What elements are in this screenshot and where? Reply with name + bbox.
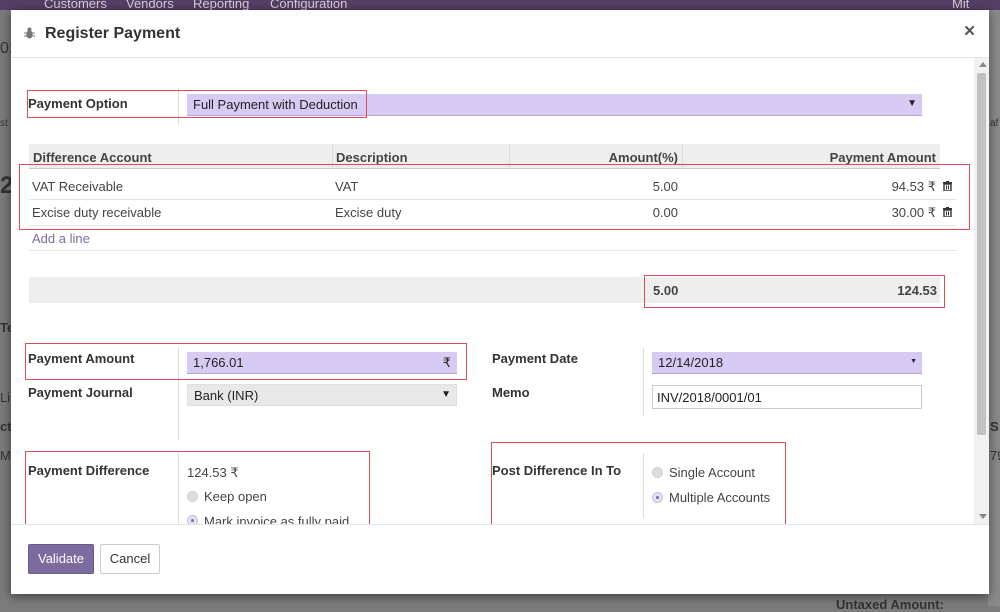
menu-customers[interactable]: Customers <box>44 0 107 10</box>
memo-label: Memo <box>492 385 530 400</box>
memo-value: INV/2018/0001/01 <box>657 390 762 405</box>
rupee-symbol: ₹ <box>442 355 451 370</box>
dialog-body: Payment Option Full Payment with Deducti… <box>11 58 989 524</box>
backdrop-fragment: Mit <box>952 0 970 10</box>
payment-amount-input[interactable]: 1,766.01 ₹ <box>187 352 457 374</box>
caret-down-icon: ▼ <box>907 98 917 109</box>
register-payment-dialog: Register Payment × Payment Option Full P… <box>11 10 989 594</box>
deductions-table-footer: 5.00 124.53 <box>29 277 940 303</box>
column-header-difference-account[interactable]: Difference Account <box>33 150 152 165</box>
menu-reporting[interactable]: Reporting <box>193 0 249 10</box>
dialog-scrollbar[interactable] <box>974 58 989 524</box>
payment-difference-label: Payment Difference <box>28 463 150 478</box>
payment-amount-label: Payment Amount <box>28 351 135 366</box>
payment-difference-value: 124.53 ₹ <box>187 465 239 480</box>
radio-label-multiple-accounts[interactable]: Multiple Accounts <box>669 490 770 505</box>
dialog-footer: Validate Cancel <box>11 524 989 595</box>
row-account: Excise duty receivable <box>32 205 162 220</box>
payment-date-value: 12/14/2018 <box>658 355 724 370</box>
trash-icon[interactable] <box>943 181 952 191</box>
caret-down-icon: ▼ <box>441 389 451 400</box>
row-percent: 0.00 <box>652 205 678 220</box>
row-description: Excise duty <box>335 205 402 220</box>
total-payment-amount: 124.53 <box>897 283 937 298</box>
trash-icon[interactable] <box>943 207 952 217</box>
radio-label-single-account[interactable]: Single Account <box>669 465 755 480</box>
radio-single-account[interactable] <box>652 467 663 478</box>
column-separator <box>332 144 333 168</box>
scroll-up-icon[interactable] <box>979 62 987 67</box>
payment-journal-label: Payment Journal <box>28 385 133 400</box>
dialog-title: Register Payment <box>45 25 181 42</box>
dialog-header: Register Payment × <box>11 10 989 58</box>
payment-journal-select[interactable]: Bank (INR) ▼ <box>187 384 457 406</box>
table-row[interactable]: VAT Receivable VAT 5.00 94.53 ₹ <box>29 173 957 200</box>
payment-amount-value: 1,766.01 <box>193 355 244 370</box>
column-separator <box>682 144 683 168</box>
cancel-button[interactable]: Cancel <box>100 544 160 574</box>
untaxed-amount-label: Untaxed Amount: <box>836 597 944 612</box>
payment-journal-value: Bank (INR) <box>194 388 259 403</box>
backdrop-right-strip <box>988 10 1000 606</box>
radio-keep-open[interactable] <box>187 491 198 502</box>
memo-input[interactable]: INV/2018/0001/01 <box>652 385 922 409</box>
payment-option-label: Payment Option <box>28 96 128 111</box>
divider <box>643 453 644 518</box>
divider <box>178 453 179 524</box>
divider <box>643 348 644 416</box>
close-icon[interactable]: × <box>964 21 975 43</box>
radio-mark-fully-paid[interactable] <box>187 515 198 524</box>
post-difference-label: Post Difference In To <box>492 463 622 478</box>
deductions-table-header: Difference Account Description Amount(%)… <box>29 144 940 169</box>
payment-date-picker[interactable]: 12/14/2018 ▼ <box>652 352 922 374</box>
menu-configuration[interactable]: Configuration <box>270 0 347 10</box>
column-header-amount-percent[interactable]: Amount(%) <box>609 150 678 165</box>
backdrop-fragment: 79 <box>990 448 1000 463</box>
row-percent: 5.00 <box>652 179 678 194</box>
column-separator <box>509 144 510 168</box>
total-percent: 5.00 <box>653 283 679 298</box>
divider <box>29 250 957 251</box>
payment-option-select[interactable]: Full Payment with Deduction ▼ <box>187 94 922 116</box>
row-payment-amount: 94.53 ₹ <box>891 179 936 194</box>
highlight-box <box>491 442 786 524</box>
radio-label-keep-open[interactable]: Keep open <box>204 489 267 504</box>
table-row[interactable]: Excise duty receivable Excise duty 0.00 … <box>29 199 957 226</box>
column-header-description[interactable]: Description <box>336 150 408 165</box>
radio-multiple-accounts[interactable] <box>652 492 663 503</box>
validate-button[interactable]: Validate <box>28 544 94 574</box>
row-payment-amount: 30.00 ₹ <box>891 205 936 220</box>
scroll-down-icon[interactable] <box>979 514 987 519</box>
backdrop-fragment: af <box>990 118 999 129</box>
bug-icon <box>24 27 35 39</box>
add-line-link[interactable]: Add a line <box>32 231 90 246</box>
payment-option-value: Full Payment with Deduction <box>193 97 358 112</box>
caret-down-icon: ▼ <box>910 358 917 365</box>
row-account: VAT Receivable <box>32 179 124 194</box>
divider <box>178 348 179 440</box>
backdrop-fragment: S <box>990 419 999 434</box>
radio-label-mark-fully-paid[interactable]: Mark invoice as fully paid <box>204 514 349 524</box>
row-description: VAT <box>335 179 359 194</box>
menu-vendors[interactable]: Vendors <box>126 0 174 10</box>
divider <box>178 88 179 124</box>
backdrop-fragment: st <box>0 118 8 129</box>
scroll-thumb[interactable] <box>977 73 986 435</box>
payment-date-label: Payment Date <box>492 351 578 366</box>
backdrop-fragment: ct <box>0 419 12 434</box>
app-topbar: Customers Vendors Reporting Configuratio… <box>0 0 1000 10</box>
column-header-payment-amount[interactable]: Payment Amount <box>830 150 936 165</box>
